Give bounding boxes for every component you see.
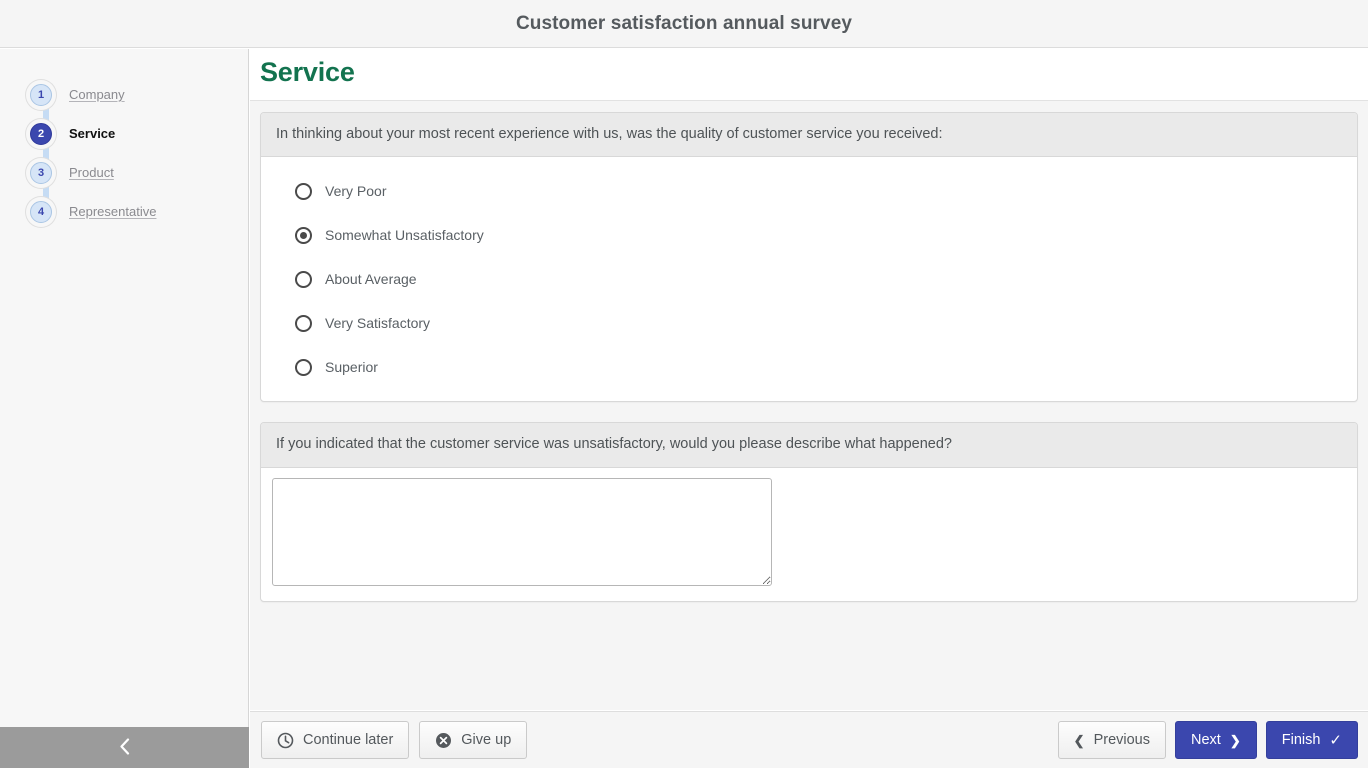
radio-group: Very Poor Somewhat Unsatisfactory About … [261, 157, 1357, 401]
sidebar-step-label[interactable]: Company [69, 87, 125, 102]
radio-icon[interactable] [295, 182, 312, 200]
sidebar-step-label[interactable]: Representative [69, 204, 156, 219]
app-header: Customer satisfaction annual survey [0, 0, 1368, 48]
radio-option-very-satisfactory[interactable]: Very Satisfactory [261, 301, 1357, 345]
chevron-right-icon: ❯ [1229, 732, 1241, 748]
finish-label: Finish [1281, 732, 1321, 748]
page-title: Customer satisfaction annual survey [515, 12, 853, 34]
radio-option-label: Very Poor [325, 183, 387, 200]
radio-icon[interactable] [295, 358, 312, 376]
step-number-badge: 1 [30, 83, 52, 106]
previous-button[interactable]: ❮ Previous [1057, 721, 1166, 759]
circle-x-icon [435, 732, 452, 749]
question-prompt: In thinking about your most recent exper… [261, 113, 1357, 158]
question-panel-service-quality: In thinking about your most recent exper… [260, 112, 1358, 403]
form-scroll-area: In thinking about your most recent exper… [250, 100, 1368, 710]
sidebar-step-company[interactable]: 1 Company [0, 75, 249, 114]
service-description-textarea[interactable] [272, 477, 772, 586]
chevron-left-icon [119, 737, 130, 758]
step-number-badge: 3 [30, 161, 52, 184]
sidebar-step-service[interactable]: 2 Service [0, 114, 249, 153]
radio-option-label: About Average [325, 271, 417, 288]
sidebar-step-label[interactable]: Product [69, 165, 114, 180]
sidebar: 1 Company 2 Service 3 Product 4 Represen… [0, 49, 249, 768]
step-navigation: 1 Company 2 Service 3 Product 4 Represen… [0, 75, 249, 231]
continue-later-label: Continue later [303, 732, 394, 748]
chevron-left-icon: ❮ [1073, 732, 1085, 748]
give-up-label: Give up [461, 732, 512, 748]
question-prompt: If you indicated that the customer servi… [261, 423, 1357, 468]
main-content: Service In thinking about your most rece… [250, 49, 1368, 768]
continue-later-button[interactable]: Continue later [261, 721, 410, 759]
next-button[interactable]: Next ❯ [1175, 721, 1257, 759]
radio-icon[interactable] [295, 314, 312, 332]
footer-left-actions: Continue later Give up [261, 721, 528, 759]
radio-option-about-average[interactable]: About Average [261, 257, 1357, 301]
give-up-button[interactable]: Give up [419, 721, 528, 759]
section-title: Service [260, 57, 355, 87]
radio-option-very-poor[interactable]: Very Poor [261, 169, 1357, 213]
radio-option-somewhat-unsatisfactory[interactable]: Somewhat Unsatisfactory [261, 213, 1357, 257]
sidebar-step-product[interactable]: 3 Product [0, 153, 249, 192]
radio-option-superior[interactable]: Superior [261, 345, 1357, 389]
next-label: Next [1191, 732, 1221, 748]
clock-icon [277, 732, 294, 749]
radio-icon[interactable] [295, 270, 312, 288]
finish-button[interactable]: Finish ✓ [1265, 721, 1358, 759]
sidebar-step-representative[interactable]: 4 Representative [0, 192, 249, 231]
step-number-badge: 4 [30, 200, 52, 223]
step-number-badge: 2 [30, 122, 52, 145]
previous-label: Previous [1093, 732, 1150, 748]
radio-option-label: Somewhat Unsatisfactory [325, 227, 484, 244]
radio-option-label: Superior [325, 359, 378, 376]
form-footer: Continue later Give up ❮ Previous Next ❯… [250, 711, 1368, 768]
check-icon: ✓ [1329, 731, 1342, 749]
footer-right-actions: ❮ Previous Next ❯ Finish ✓ [1057, 721, 1358, 759]
question-panel-service-description: If you indicated that the customer servi… [260, 422, 1358, 602]
textarea-container [261, 468, 1357, 601]
sidebar-collapse-button[interactable] [0, 727, 249, 768]
radio-icon-selected[interactable] [295, 226, 312, 244]
sidebar-step-label: Service [69, 126, 116, 141]
radio-option-label: Very Satisfactory [325, 315, 431, 332]
